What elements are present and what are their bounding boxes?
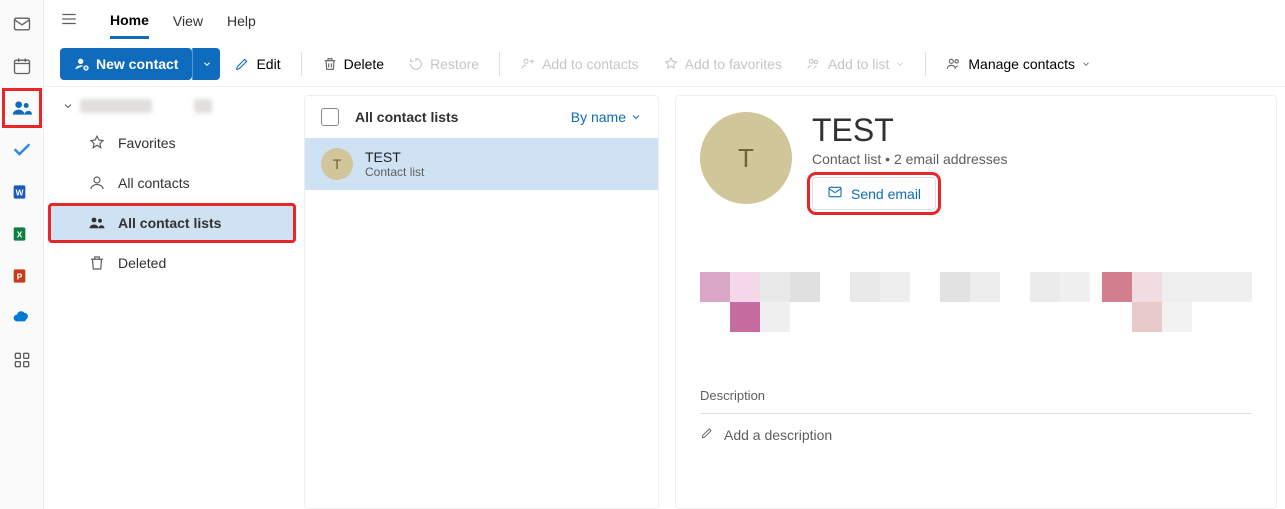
restore-icon [408, 56, 424, 72]
new-contact-label: New contact [96, 56, 178, 72]
sort-label: By name [571, 109, 626, 125]
edit-label: Edit [256, 56, 280, 72]
onedrive-icon[interactable] [10, 306, 34, 330]
svg-text:X: X [16, 229, 22, 239]
mail-icon [827, 184, 843, 203]
select-all-checkbox[interactable] [321, 108, 339, 126]
tab-home[interactable]: Home [110, 4, 149, 39]
redacted-members [700, 272, 1090, 302]
powerpoint-icon[interactable]: P [10, 264, 34, 288]
restore-label: Restore [430, 56, 479, 72]
excel-icon[interactable]: X [10, 222, 34, 246]
trash-icon [88, 254, 106, 272]
app-rail: W X P [0, 0, 44, 509]
detail-title: TEST [812, 112, 1008, 149]
star-add-icon [663, 56, 679, 72]
add-contacts-icon [520, 56, 536, 72]
detail-pane: T TEST Contact list • 2 email addresses … [675, 95, 1277, 509]
todo-icon[interactable] [10, 138, 34, 162]
pencil-icon [234, 56, 250, 72]
contact-list-column: All contact lists By name T TEST Contact… [304, 95, 659, 509]
folder-all-contact-lists[interactable]: All contact lists [48, 203, 296, 243]
manage-icon [946, 56, 962, 72]
trash-icon [322, 56, 338, 72]
calendar-icon[interactable] [10, 54, 34, 78]
divider [925, 52, 926, 76]
redacted-account-name [80, 99, 152, 113]
folder-all-contacts[interactable]: All contacts [48, 163, 296, 203]
hamburger-icon[interactable] [60, 10, 78, 33]
folder-all-contacts-label: All contacts [118, 175, 190, 191]
tab-view[interactable]: View [173, 5, 203, 37]
list-item-subtitle: Contact list [365, 165, 424, 179]
folder-favorites-label: Favorites [118, 135, 176, 151]
avatar: T [700, 112, 792, 204]
more-apps-icon[interactable] [10, 348, 34, 372]
description-placeholder: Add a description [724, 427, 832, 443]
word-icon[interactable]: W [10, 180, 34, 204]
send-email-button[interactable]: Send email [812, 177, 936, 210]
manage-contacts-button[interactable]: Manage contacts [936, 48, 1101, 80]
star-icon [88, 134, 106, 152]
folder-account-header[interactable] [48, 95, 296, 123]
svg-text:W: W [15, 187, 23, 197]
folder-deleted[interactable]: Deleted [48, 243, 296, 283]
add-to-favorites-label: Add to favorites [685, 56, 782, 72]
folder-all-contact-lists-label: All contact lists [118, 215, 221, 231]
mail-icon[interactable] [10, 12, 34, 36]
tab-bar: Home View Help [44, 0, 1285, 42]
list-add-icon [806, 56, 822, 72]
description-field[interactable]: Add a description [700, 413, 1252, 455]
add-to-list-button: Add to list [796, 48, 915, 80]
add-to-list-label: Add to list [828, 56, 889, 72]
list-item-name: TEST [365, 149, 424, 165]
folder-deleted-label: Deleted [118, 255, 166, 271]
detail-subtitle: Contact list • 2 email addresses [812, 151, 1008, 167]
redacted-members [700, 302, 1090, 332]
add-to-favorites-button: Add to favorites [653, 48, 792, 80]
toolbar: New contact Edit Delete [44, 42, 1285, 87]
list-header-title: All contact lists [355, 109, 458, 125]
restore-button: Restore [398, 48, 489, 80]
redacted-members [1102, 302, 1252, 332]
description-label: Description [700, 388, 1252, 403]
people-icon [88, 214, 106, 232]
list-item[interactable]: T TEST Contact list [305, 138, 658, 190]
manage-contacts-label: Manage contacts [968, 56, 1075, 72]
tab-help[interactable]: Help [227, 5, 256, 37]
people-icon[interactable] [10, 96, 34, 120]
redacted-members [1102, 272, 1252, 302]
add-to-contacts-button: Add to contacts [510, 48, 649, 80]
folder-nav: Favorites All contacts All contact lists [44, 87, 300, 509]
sort-dropdown[interactable]: By name [571, 109, 642, 125]
pencil-icon [700, 426, 714, 443]
redacted-account-badge [194, 99, 212, 113]
edit-button[interactable]: Edit [224, 48, 290, 80]
svg-text:P: P [16, 271, 22, 281]
new-contact-button[interactable]: New contact [60, 48, 192, 80]
avatar: T [321, 148, 353, 180]
divider [499, 52, 500, 76]
person-icon [88, 174, 106, 192]
send-email-label: Send email [851, 186, 921, 202]
divider [301, 52, 302, 76]
person-add-icon [74, 56, 90, 72]
add-to-contacts-label: Add to contacts [542, 56, 639, 72]
folder-favorites[interactable]: Favorites [48, 123, 296, 163]
delete-label: Delete [344, 56, 384, 72]
delete-button[interactable]: Delete [312, 48, 394, 80]
new-contact-dropdown[interactable] [192, 48, 220, 80]
